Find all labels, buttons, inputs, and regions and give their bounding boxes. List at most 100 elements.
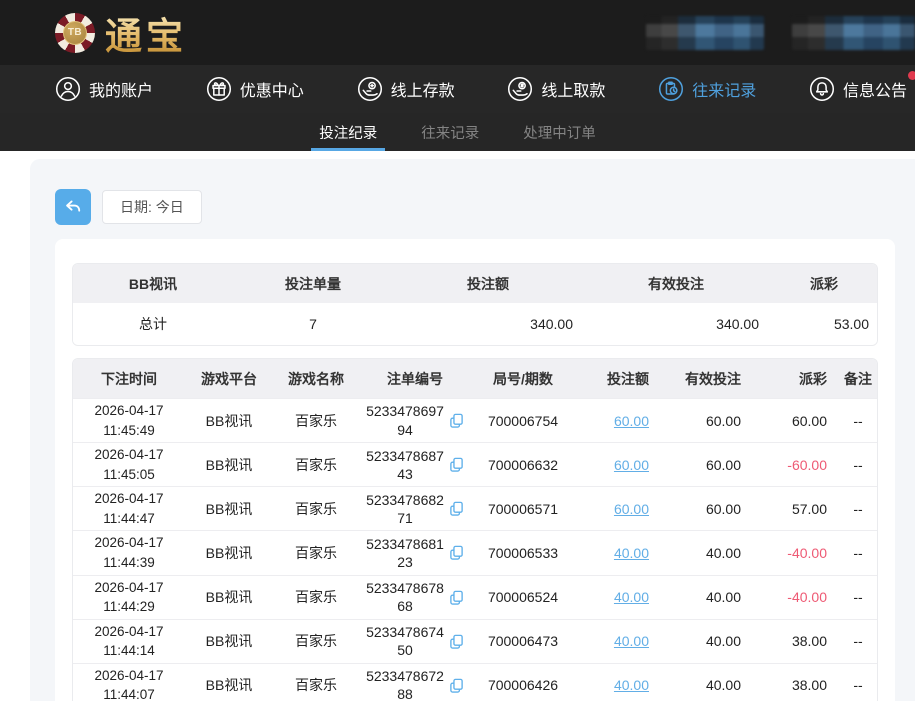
platform-cell: BB视讯 <box>185 530 273 574</box>
platform-cell: BB视讯 <box>185 486 273 530</box>
nav-item-my-account[interactable]: 我的账户 <box>55 76 153 102</box>
copy-icon[interactable] <box>448 456 465 473</box>
tab-transaction-records[interactable]: 往来记录 <box>419 113 481 151</box>
table-row: 2026-04-1711:44:47 BB视讯 百家乐 523347868271… <box>73 486 878 530</box>
summary-table: BB视讯 投注单量 投注额 有效投注 派彩 总计 7 340.00 340.00… <box>72 263 878 346</box>
order-number: 523347869794 <box>365 402 445 438</box>
summary-header-platform: BB视讯 <box>73 264 233 303</box>
game-cell: 百家乐 <box>273 398 359 442</box>
bet-amount-link[interactable]: 60.00 <box>614 413 649 429</box>
nav-label: 我的账户 <box>89 77 153 101</box>
bet-amount-link[interactable]: 60.00 <box>614 501 649 517</box>
round-no-cell: 700006473 <box>471 619 575 663</box>
records-header-row: 下注时间 游戏平台 游戏名称 注单编号 局号/期数 投注额 有效投注 派彩 备注 <box>73 359 878 398</box>
brand-logo[interactable]: TB 通宝 <box>55 6 187 60</box>
summary-total-label: 总计 <box>73 303 233 345</box>
records-card: BB视讯 投注单量 投注额 有效投注 派彩 总计 7 340.00 340.00… <box>55 239 895 701</box>
payout-cell: -60.00 <box>751 442 837 486</box>
header-payout: 派彩 <box>751 359 837 398</box>
summary-header-bet-amount: 投注额 <box>393 264 583 303</box>
round-no-cell: 700006571 <box>471 486 575 530</box>
table-row: 2026-04-1711:45:49 BB视讯 百家乐 523347869794… <box>73 398 878 442</box>
sub-nav: 投注纪录 往来记录 处理中订单 <box>0 113 915 151</box>
casino-chip-logo-icon: TB <box>55 13 95 53</box>
order-number: 523347867288 <box>365 667 445 701</box>
platform-cell: BB视讯 <box>185 619 273 663</box>
nav-label: 信息公告 <box>843 77 907 101</box>
payout-cell: -40.00 <box>751 575 837 619</box>
copy-icon[interactable] <box>448 500 465 517</box>
table-row: 2026-04-1711:45:05 BB视讯 百家乐 523347868743… <box>73 442 878 486</box>
order-number: 523347867868 <box>365 579 445 615</box>
bet-amount-cell: 40.00 <box>575 530 659 574</box>
bet-time-cell: 2026-04-1711:44:07 <box>73 663 185 701</box>
valid-bet-cell: 60.00 <box>659 486 751 530</box>
valid-bet-cell: 40.00 <box>659 619 751 663</box>
round-no-cell: 700006524 <box>471 575 575 619</box>
tab-pending-orders[interactable]: 处理中订单 <box>521 113 598 151</box>
nav-item-promotions[interactable]: 优惠中心 <box>206 76 304 102</box>
bet-amount-link[interactable]: 40.00 <box>614 545 649 561</box>
nav-item-deposit[interactable]: 线上存款 <box>357 76 455 102</box>
bet-amount-link[interactable]: 40.00 <box>614 589 649 605</box>
header-platform: 游戏平台 <box>185 359 273 398</box>
order-no-cell: 523347867288 <box>359 663 471 701</box>
note-cell: -- <box>837 398 878 442</box>
header-round-no: 局号/期数 <box>471 359 575 398</box>
summary-total-payout: 53.00 <box>769 303 878 345</box>
valid-bet-cell: 60.00 <box>659 442 751 486</box>
note-cell: -- <box>837 442 878 486</box>
records-icon <box>658 76 684 102</box>
payout-cell: 38.00 <box>751 619 837 663</box>
order-no-cell: 523347867450 <box>359 619 471 663</box>
nav-label: 往来记录 <box>692 77 756 101</box>
nav-item-announcements[interactable]: 信息公告 <box>809 76 907 102</box>
payout-cell: 38.00 <box>751 663 837 701</box>
bet-time-cell: 2026-04-1711:44:14 <box>73 619 185 663</box>
bet-amount-link[interactable]: 40.00 <box>614 633 649 649</box>
copy-icon[interactable] <box>448 633 465 650</box>
nav-item-transaction-records[interactable]: 往来记录 <box>658 76 756 102</box>
game-cell: 百家乐 <box>273 486 359 530</box>
round-no-cell: 700006754 <box>471 398 575 442</box>
table-row: 2026-04-1711:44:29 BB视讯 百家乐 523347867868… <box>73 575 878 619</box>
round-no-cell: 700006426 <box>471 663 575 701</box>
note-cell: -- <box>837 530 878 574</box>
order-no-cell: 523347868743 <box>359 442 471 486</box>
bet-amount-link[interactable]: 60.00 <box>614 457 649 473</box>
platform-cell: BB视讯 <box>185 663 273 701</box>
valid-bet-cell: 60.00 <box>659 398 751 442</box>
main-nav: 我的账户 优惠中心 线上存款 <box>0 65 915 113</box>
date-filter-button[interactable]: 日期: 今日 <box>102 190 202 224</box>
nav-item-withdraw[interactable]: 线上取款 <box>507 76 605 102</box>
gift-icon <box>206 76 232 102</box>
bet-amount-cell: 60.00 <box>575 398 659 442</box>
censored-user-info <box>646 16 764 50</box>
note-cell: -- <box>837 663 878 701</box>
header-note: 备注 <box>837 359 878 398</box>
order-number: 523347867450 <box>365 623 445 659</box>
back-button[interactable] <box>55 189 91 225</box>
copy-icon[interactable] <box>448 544 465 561</box>
header-order-no: 注单编号 <box>359 359 471 398</box>
game-cell: 百家乐 <box>273 575 359 619</box>
order-no-cell: 523347867868 <box>359 575 471 619</box>
header-bet-time: 下注时间 <box>73 359 185 398</box>
copy-icon[interactable] <box>448 677 465 694</box>
platform-cell: BB视讯 <box>185 575 273 619</box>
payout-cell: 57.00 <box>751 486 837 530</box>
copy-icon[interactable] <box>448 412 465 429</box>
bet-amount-link[interactable]: 40.00 <box>614 677 649 693</box>
copy-icon[interactable] <box>448 589 465 606</box>
note-cell: -- <box>837 486 878 530</box>
logo-coin: TB <box>63 21 87 45</box>
valid-bet-cell: 40.00 <box>659 663 751 701</box>
bet-time-cell: 2026-04-1711:44:29 <box>73 575 185 619</box>
bet-amount-cell: 60.00 <box>575 442 659 486</box>
platform-cell: BB视讯 <box>185 398 273 442</box>
notification-badge <box>908 71 915 80</box>
tab-betting-records[interactable]: 投注纪录 <box>317 113 379 151</box>
summary-total-valid: 340.00 <box>583 303 769 345</box>
deposit-icon <box>357 76 383 102</box>
censored-user-balance <box>792 16 915 50</box>
